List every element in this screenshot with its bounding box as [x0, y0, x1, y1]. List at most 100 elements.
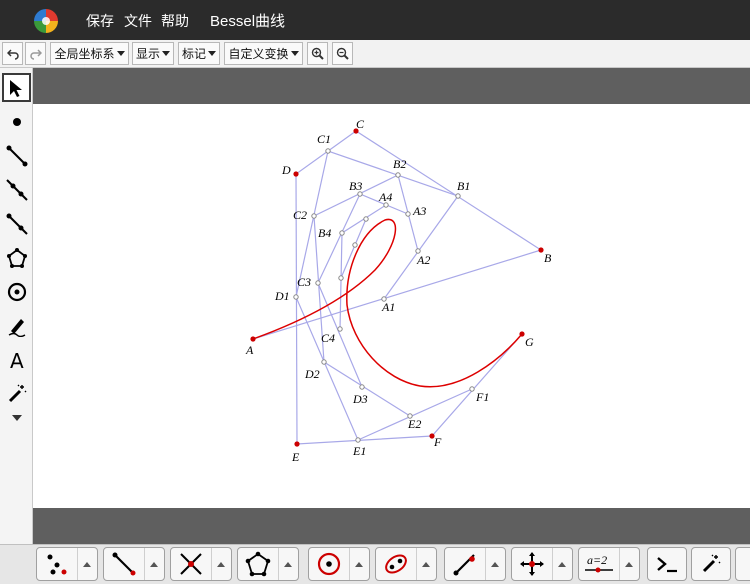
chevron-down-icon: [162, 51, 170, 56]
cursor-arrow-icon: [9, 79, 22, 97]
point-B[interactable]: [538, 247, 544, 253]
select-tool[interactable]: [2, 73, 31, 102]
command-button[interactable]: [647, 547, 687, 581]
left-tool-panel: A: [0, 68, 33, 544]
conic-tools-group[interactable]: [375, 547, 437, 581]
transform-tools-group[interactable]: [511, 547, 573, 581]
label-D1: D1: [274, 289, 290, 303]
polygon-icon: [238, 548, 278, 580]
point-B2[interactable]: [395, 172, 401, 178]
segment-tools-group[interactable]: [103, 547, 165, 581]
point-tools-group[interactable]: [36, 547, 98, 581]
point-icon: [12, 117, 21, 126]
expand-icon[interactable]: [552, 548, 570, 580]
point-D3[interactable]: [359, 384, 365, 390]
text-a-icon: A: [10, 349, 24, 371]
freehand-tool[interactable]: [2, 311, 31, 340]
more-tools-button[interactable]: [735, 547, 750, 581]
display-dropdown[interactable]: 显示: [132, 42, 174, 65]
coord-system-dropdown[interactable]: 全局坐标系: [50, 42, 129, 65]
ellipse-icon: [376, 548, 416, 580]
label-E: E: [291, 450, 300, 464]
expand-icon[interactable]: [211, 548, 229, 580]
point-D1[interactable]: [293, 294, 299, 300]
custom-transform-dropdown[interactable]: 自定义变换: [224, 42, 303, 65]
point-labels: A B C D E F G A1 A2 A3 A4 B1 B2 B3 B4 C1…: [245, 117, 552, 464]
label-A3: A3: [412, 204, 426, 218]
polygon-tools-group[interactable]: [237, 547, 299, 581]
point-A3[interactable]: [405, 211, 411, 217]
expand-icon[interactable]: [416, 548, 434, 580]
point-tool[interactable]: [2, 107, 31, 136]
toolbar: 全局坐标系 显示 标记 自定义变换: [0, 40, 750, 68]
label-A: A: [245, 343, 254, 357]
point-G[interactable]: [519, 331, 525, 337]
label-C2: C2: [293, 208, 307, 222]
mark-label: 标记: [181, 47, 206, 61]
label-D: D: [281, 163, 291, 177]
point-D2[interactable]: [321, 359, 327, 365]
circle-tool[interactable]: [2, 277, 31, 306]
menu-help[interactable]: 帮助: [161, 11, 189, 31]
segment-tool[interactable]: [2, 141, 31, 170]
point-C4[interactable]: [337, 326, 343, 332]
measure-tools-group[interactable]: a=2: [578, 547, 640, 581]
label-E2: E2: [407, 417, 421, 431]
ray-icon: [445, 548, 485, 580]
point-level5-b[interactable]: [338, 275, 344, 281]
point-C2[interactable]: [311, 213, 317, 219]
point-B4[interactable]: [339, 230, 345, 236]
point-curve-tracer[interactable]: [352, 242, 358, 248]
zoom-out-button[interactable]: [332, 42, 353, 65]
mark-dropdown[interactable]: 标记: [178, 42, 220, 65]
level5-polygon: [340, 218, 367, 279]
redo-icon: [29, 48, 42, 60]
expand-icon[interactable]: [144, 548, 162, 580]
polygon-tool[interactable]: [2, 243, 31, 272]
ray-tool[interactable]: [2, 209, 31, 238]
redo-button[interactable]: [25, 42, 46, 65]
drawing-canvas[interactable]: A B C D E F G A1 A2 A3 A4 B1 B2 B3 B4 C1…: [33, 104, 750, 508]
bezier-construction: A B C D E F G A1 A2 A3 A4 B1 B2 B3 B4 C1…: [245, 117, 552, 464]
point-level5-a[interactable]: [363, 216, 369, 222]
coord-system-label: 全局坐标系: [54, 47, 115, 61]
line-icon: [5, 178, 28, 201]
point-E[interactable]: [294, 441, 300, 447]
label-B1: B1: [457, 179, 470, 193]
intersection-tools-group[interactable]: [170, 547, 232, 581]
formula-label: a=2: [587, 553, 607, 567]
menu-save[interactable]: 保存: [86, 11, 114, 31]
label-A2: A2: [416, 253, 430, 267]
label-C1: C1: [317, 132, 331, 146]
circle-tools-group[interactable]: [308, 547, 370, 581]
magic-wand-tool[interactable]: [2, 379, 31, 408]
point-D[interactable]: [293, 171, 299, 177]
text-tool[interactable]: A: [2, 345, 31, 374]
point-B1[interactable]: [455, 193, 461, 199]
display-label: 显示: [135, 47, 160, 61]
expand-icon[interactable]: [349, 548, 367, 580]
expand-icon[interactable]: [485, 548, 503, 580]
point-A[interactable]: [250, 336, 256, 342]
more-tools-toggle[interactable]: [2, 410, 31, 426]
point-F1[interactable]: [469, 386, 475, 392]
bottom-gray-panel: [33, 508, 750, 544]
points-icon: [37, 548, 77, 580]
point-C1[interactable]: [325, 148, 331, 154]
expand-icon[interactable]: [619, 548, 637, 580]
pentagon-icon: [6, 247, 27, 268]
label-D3: D3: [352, 392, 368, 406]
undo-button[interactable]: [2, 42, 23, 65]
menu-file[interactable]: 文件: [124, 11, 152, 31]
expand-icon[interactable]: [77, 548, 95, 580]
zoom-in-button[interactable]: [307, 42, 328, 65]
ray-tools-group[interactable]: [444, 547, 506, 581]
label-G: G: [525, 335, 534, 349]
point-E1[interactable]: [355, 437, 361, 443]
segment-icon: [6, 145, 27, 166]
expand-icon[interactable]: [278, 548, 296, 580]
line-tool[interactable]: [2, 175, 31, 204]
magic-wand-icon: [692, 548, 730, 580]
magic-tool-button[interactable]: [691, 547, 731, 581]
point-C3[interactable]: [315, 280, 321, 286]
